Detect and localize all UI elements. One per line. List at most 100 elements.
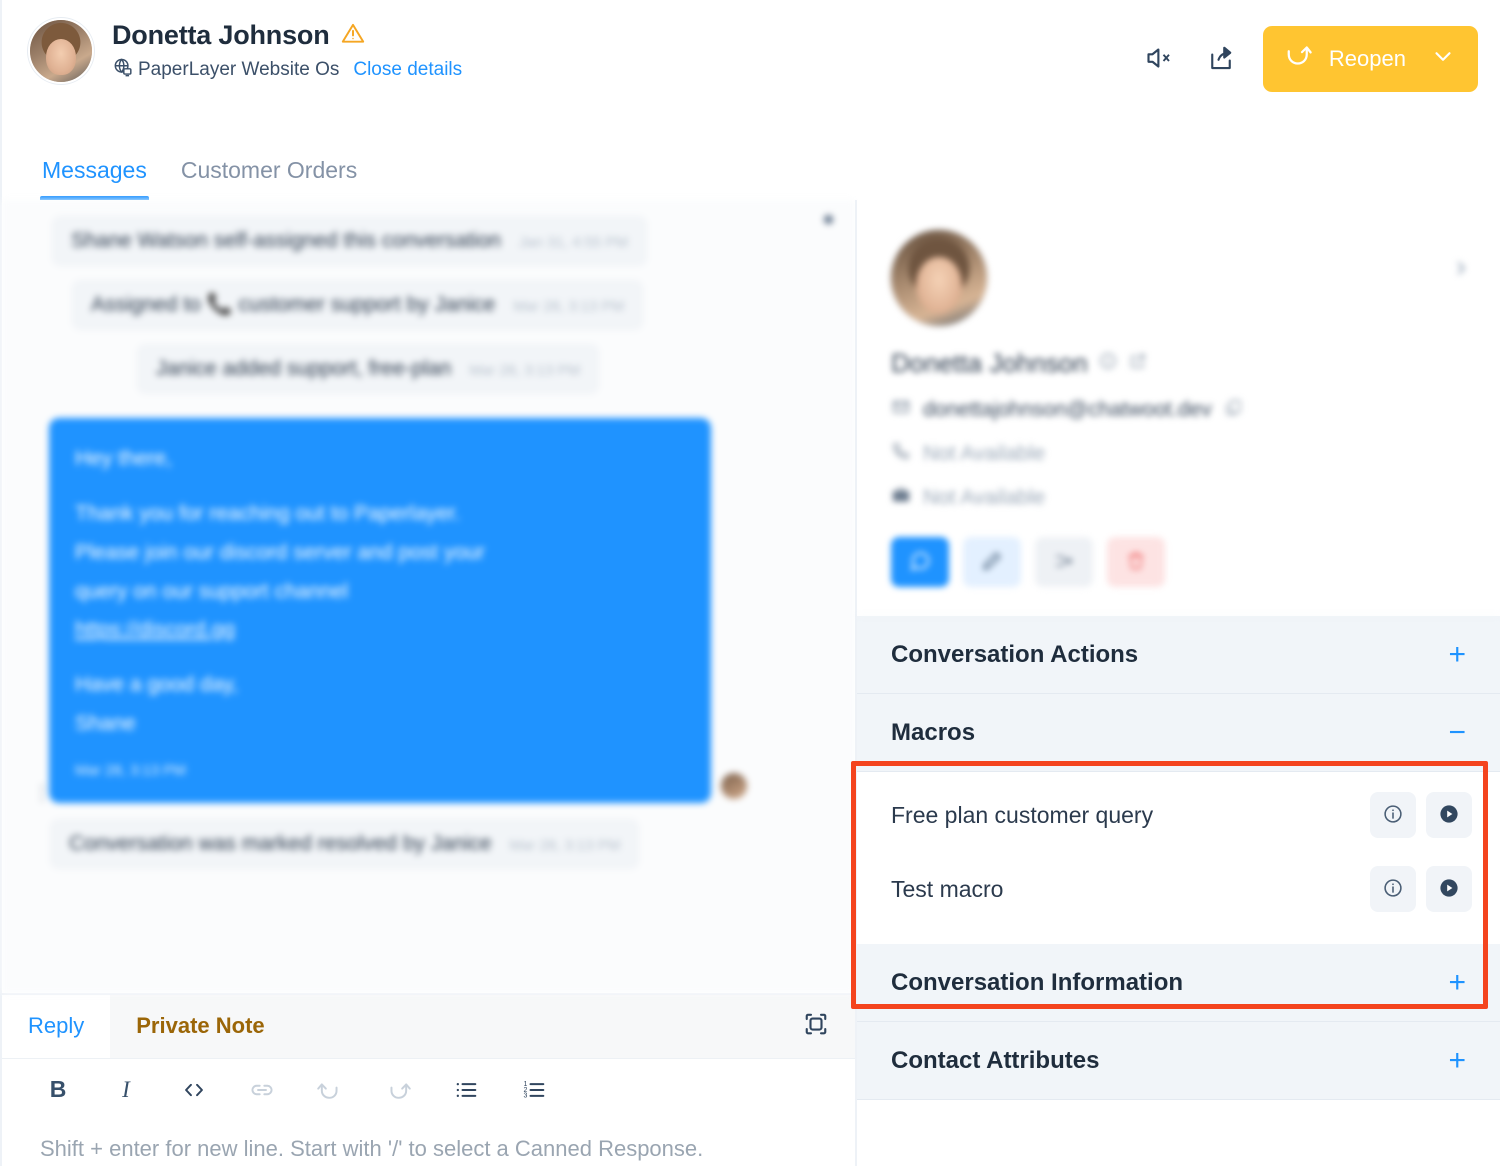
reopen-button[interactable]: Reopen	[1262, 26, 1478, 92]
chevron-right-icon[interactable]: ›	[1456, 230, 1466, 282]
message-body-line-3: query on our support channel	[75, 579, 349, 603]
contact-phone-row: Not Available	[891, 441, 1466, 467]
pencil-icon	[981, 550, 1003, 575]
reply-tabs: Reply Private Note	[2, 994, 855, 1059]
globe-desktop-icon	[112, 57, 133, 83]
inbox-chip: PaperLayer Website Os	[112, 57, 339, 83]
section-macros[interactable]: Macros −	[857, 694, 1500, 772]
reopen-arrow-icon	[1283, 41, 1313, 77]
reply-tabs-spacer	[290, 994, 801, 1058]
scroll-indicator[interactable]	[824, 215, 833, 224]
format-toolbar: B I 1 2 3	[2, 1059, 855, 1119]
section-title: Conversation Information	[891, 968, 1184, 996]
mail-icon	[891, 397, 911, 423]
contact-company-value: Not Available	[923, 486, 1046, 509]
contact-card: › Donetta Johnson donettajohnson@chatwoo…	[857, 200, 1500, 616]
trash-icon	[1125, 550, 1147, 575]
reopen-button-label: Reopen	[1328, 46, 1406, 71]
list-item[interactable]: Test macro	[857, 852, 1500, 926]
conversation-header: Donetta Johnson PaperLayer Website Os Cl…	[0, 0, 1500, 130]
chat-action-button[interactable]	[891, 537, 949, 587]
redo-button[interactable]	[364, 1069, 432, 1111]
info-circle-icon[interactable]	[1098, 351, 1118, 376]
warning-triangle-icon	[340, 20, 366, 51]
expand-editor-button[interactable]	[801, 994, 855, 1058]
link-button[interactable]	[228, 1069, 296, 1111]
section-conversation-actions[interactable]: Conversation Actions +	[857, 616, 1500, 694]
plus-icon[interactable]: +	[1448, 639, 1466, 670]
numbered-list-button[interactable]: 1 2 3	[500, 1069, 568, 1111]
italic-button[interactable]: I	[92, 1069, 160, 1111]
tab-reply[interactable]: Reply	[2, 995, 110, 1058]
macro-info-button[interactable]	[1370, 866, 1416, 912]
external-link-icon[interactable]	[1128, 351, 1148, 376]
contact-email: donettajohnson@chatwoot.dev	[923, 398, 1212, 421]
edit-action-button[interactable]	[963, 537, 1021, 587]
contact-name: Donetta Johnson	[891, 348, 1088, 378]
chat-bubble-icon	[908, 549, 932, 576]
reply-input-placeholder[interactable]: Shift + enter for new line. Start with '…	[2, 1119, 782, 1166]
activity-text: Janice added support, free-plan	[156, 357, 452, 380]
message-body-line-1: Thank you for reaching out to Paperlayer…	[75, 501, 461, 525]
header-actions: Reopen	[1139, 18, 1478, 92]
chevron-down-icon[interactable]	[1430, 43, 1456, 75]
list-item[interactable]: Free plan customer query	[857, 778, 1500, 852]
plus-icon[interactable]: +	[1448, 1045, 1466, 1076]
bold-button[interactable]: B	[24, 1069, 92, 1111]
contact-company-row: Not Available	[891, 485, 1466, 511]
main-body: Shane Watson self-assigned this conversa…	[0, 200, 1500, 1166]
section-contact-attributes[interactable]: Contact Attributes +	[857, 1022, 1500, 1100]
tab-messages[interactable]: Messages	[40, 157, 149, 200]
message-menu-icon[interactable]: ⋮	[32, 783, 52, 803]
activity-timestamp: Mar 28, 3:13 PM	[509, 836, 621, 854]
close-details-link[interactable]: Close details	[353, 59, 462, 81]
activity-text: Shane Watson self-assigned this conversa…	[71, 229, 501, 252]
merge-action-button[interactable]	[1035, 537, 1093, 587]
conversation-app: Donetta Johnson PaperLayer Website Os Cl…	[0, 0, 1500, 1166]
plus-icon[interactable]: +	[1448, 967, 1466, 998]
delete-action-button[interactable]	[1107, 537, 1165, 587]
message-body: Thank you for reaching out to Paperlayer…	[75, 495, 685, 650]
sender-avatar	[721, 772, 747, 799]
minus-icon[interactable]: −	[1448, 717, 1466, 748]
activity-item: Conversation was marked resolved by Jani…	[50, 818, 640, 869]
header-contact-block: Donetta Johnson PaperLayer Website Os Cl…	[28, 18, 1139, 84]
macro-run-button[interactable]	[1426, 866, 1472, 912]
undo-button[interactable]	[296, 1069, 364, 1111]
share-button[interactable]	[1201, 39, 1241, 79]
discord-link[interactable]: https://discord.gg	[75, 618, 235, 641]
page-title: Donetta Johnson	[112, 20, 330, 50]
tab-private-note[interactable]: Private Note	[110, 994, 291, 1058]
avatar	[28, 18, 94, 84]
macro-info-button[interactable]	[1370, 792, 1416, 838]
contact-name-row: Donetta Johnson	[891, 348, 1466, 379]
copy-icon[interactable]	[1224, 398, 1243, 423]
mute-button[interactable]	[1139, 39, 1179, 79]
speaker-mute-icon	[1144, 43, 1174, 76]
contact-actions	[891, 537, 1466, 587]
activity-timestamp: Jan 31, 4:55 PM	[518, 234, 629, 251]
bullet-list-button[interactable]	[432, 1069, 500, 1111]
macro-buttons	[1370, 866, 1472, 912]
contact-email-row: donettajohnson@chatwoot.dev	[891, 397, 1466, 423]
section-title: Macros	[891, 718, 976, 746]
share-export-icon	[1206, 43, 1236, 76]
info-circle-icon	[1382, 877, 1404, 902]
message-row: ⋮ Hey there, Thank you for reaching out …	[32, 418, 825, 803]
contact-name-row: Donetta Johnson	[112, 20, 462, 51]
activity-timestamp: Mar 28, 3:13 PM	[513, 298, 625, 315]
section-title: Conversation Actions	[891, 640, 1139, 668]
tab-customer-orders[interactable]: Customer Orders	[179, 157, 359, 200]
message-timestamp: Mar 28, 3:13 PM	[75, 761, 186, 779]
play-circle-icon	[1437, 802, 1461, 829]
inbox-name: PaperLayer Website Os	[138, 59, 340, 80]
activity-text: Assigned to 📞 customer support by Janice	[91, 293, 496, 316]
message-greeting: Hey there,	[75, 447, 172, 470]
section-conversation-information[interactable]: Conversation Information +	[857, 944, 1500, 1022]
conversation-tabs: Messages Customer Orders	[0, 130, 1500, 200]
code-button[interactable]	[160, 1069, 228, 1111]
contact-card-top: ›	[891, 230, 1466, 326]
message-list[interactable]: Shane Watson self-assigned this conversa…	[2, 200, 855, 993]
macro-run-button[interactable]	[1426, 792, 1472, 838]
contact-sidebar: › Donetta Johnson donettajohnson@chatwoo…	[855, 200, 1500, 1166]
